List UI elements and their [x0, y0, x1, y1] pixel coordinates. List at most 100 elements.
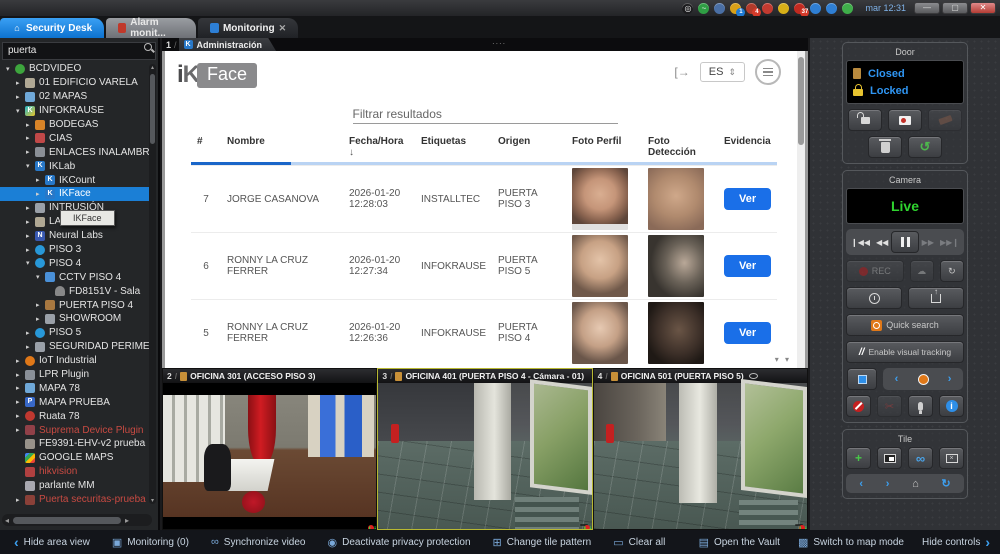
back-button[interactable]: ‹	[859, 478, 863, 490]
search-icon[interactable]	[144, 43, 152, 51]
tree-item-mapa-78[interactable]: ▸MAPA 78	[0, 381, 150, 395]
stats-icon[interactable]	[842, 3, 853, 14]
tree-item-suprema-device-plugin[interactable]: ▸Suprema Device Plugin	[0, 423, 150, 437]
tree-item-puerta-securitas-prueba[interactable]: ▸Puerta securitas-prueba	[0, 493, 150, 507]
tree-arrow-icon[interactable]: ▾	[26, 259, 35, 267]
hide-controls-button[interactable]: Hide controls›	[922, 534, 990, 550]
maximize-button[interactable]: ▢	[942, 2, 968, 14]
tab-monitoring[interactable]: Monitoring✕	[198, 18, 298, 38]
tree-arrow-icon[interactable]: ▸	[26, 134, 35, 142]
ver-button[interactable]: Ver	[724, 322, 771, 344]
tree-item-01-edificio-varela[interactable]: ▸01 EDIFICIO VARELA	[0, 76, 150, 90]
tree-arrow-icon[interactable]: ▸	[36, 301, 45, 309]
tree-arrow-icon[interactable]: ▸	[16, 398, 25, 406]
alarm-count-icon[interactable]: 4	[746, 3, 757, 14]
tree-item-ikcount[interactable]: ▸KIKCount	[0, 173, 150, 187]
close-button[interactable]: ✕	[970, 2, 996, 14]
monitor-search-button[interactable]: ∞	[908, 447, 933, 469]
tree-arrow-icon[interactable]: ▸	[16, 496, 25, 504]
tree-arrow-icon[interactable]: ▸	[26, 343, 35, 351]
tree-item-mapa-prueba[interactable]: ▸PMAPA PRUEBA	[0, 395, 150, 409]
tree-item-ruata-78[interactable]: ▸Ruata 78	[0, 409, 150, 423]
hide-area-view-button[interactable]: ‹Hide area view	[14, 534, 90, 550]
genetec-logo-icon[interactable]: ◎	[682, 3, 693, 14]
table-row[interactable]: 7JORGE CASANOVA2026-01-2012:28:03INSTALL…	[191, 166, 777, 233]
quick-search-button[interactable]: Quick search	[846, 314, 964, 336]
monitoring-0-button[interactable]: ▣Monitoring (0)	[112, 536, 189, 549]
tile-header[interactable]: 2/OFICINA 301 (ACCESO PISO 3)	[163, 369, 376, 383]
mute-button[interactable]	[846, 395, 871, 417]
open-the-vault-button[interactable]: ▤Open the Vault	[699, 536, 780, 549]
tree-item-piso-3[interactable]: ▸PISO 3	[0, 243, 150, 257]
ver-button[interactable]: Ver	[724, 255, 771, 277]
tree-arrow-icon[interactable]: ▸	[26, 329, 35, 337]
person-alert-icon[interactable]	[762, 3, 773, 14]
video-tile-4[interactable]: 4/OFICINA 501 (PUERTA PISO 5)Live	[593, 368, 808, 530]
tree-arrow-icon[interactable]: ▸	[36, 315, 45, 323]
tree-arrow-icon[interactable]: ▸	[26, 204, 35, 212]
language-select[interactable]: ES ⇕	[700, 62, 745, 82]
forward-button[interactable]: ›	[886, 478, 890, 490]
tree-arrow-icon[interactable]: ▸	[16, 371, 25, 379]
tree-arrow-icon[interactable]: ▾	[26, 162, 35, 170]
tile-1-header[interactable]: 1 / K Administración ∙∙∙∙	[162, 38, 808, 51]
tree-item-parlante-mm[interactable]: parlante MM	[0, 479, 150, 493]
tree-item-infokrause[interactable]: ▾KINFOKRAUSE	[0, 104, 150, 118]
snip-button[interactable]: ✂	[877, 395, 902, 417]
column-header-etiquetas[interactable]: Etiquetas	[415, 132, 492, 162]
tree-item-piso-5[interactable]: ▸PISO 5	[0, 326, 150, 340]
tree-arrow-icon[interactable]: ▾	[6, 65, 15, 73]
clear-tile-button[interactable]: ×	[939, 447, 964, 469]
call-icon[interactable]: ~	[698, 3, 709, 14]
export-video-button[interactable]	[908, 287, 964, 309]
tree-item-bodegas[interactable]: ▸BODEGAS	[0, 118, 150, 132]
tree-arrow-icon[interactable]: ▸	[26, 232, 35, 240]
tree-item-google-maps[interactable]: GOOGLE MAPS	[0, 451, 150, 465]
deactivate-privacy-protection-button[interactable]: ◉Deactivate privacy protection	[328, 536, 471, 549]
table-row[interactable]: 6RONNY LA CRUZ FERRER2026-01-2012:27:34I…	[191, 233, 777, 300]
tree-arrow-icon[interactable]: ▸	[16, 357, 25, 365]
tree-arrow-icon[interactable]: ▸	[16, 412, 25, 420]
video-tile-2[interactable]: 2/OFICINA 301 (ACCESO PISO 3)Live	[162, 368, 377, 530]
tree-vertical-scrollbar[interactable]: ▴▾	[149, 64, 156, 504]
jump-to-end-button[interactable]: ▶▶❙	[937, 235, 962, 250]
tree-item-fe9391-ehv-v2-prueba[interactable]: FE9391-EHV-v2 prueba	[0, 437, 150, 451]
tree-item-hikvision[interactable]: hikvision	[0, 465, 150, 479]
pause-button[interactable]	[891, 231, 918, 253]
override-schedule-button[interactable]	[888, 109, 922, 131]
tree-arrow-icon[interactable]: ▸	[16, 426, 25, 434]
tab-alarm-monit[interactable]: Alarm monit...	[106, 18, 196, 38]
minimize-button[interactable]: —	[914, 2, 940, 14]
record-button[interactable]: REC	[846, 260, 904, 282]
page-scrollbar[interactable]	[797, 51, 805, 368]
tree-item-bcdvideo[interactable]: ▾BCDVIDEO	[0, 62, 150, 76]
go-to-time-button[interactable]	[846, 287, 902, 309]
column-header-fecha-hora[interactable]: Fecha/Hora↓	[343, 132, 415, 162]
tile-header[interactable]: 3/OFICINA 401 (PUERTA PISO 4 - Cámara - …	[378, 369, 591, 383]
table-row[interactable]: 5RONNY LA CRUZ FERRER2026-01-2012:26:36I…	[191, 300, 777, 367]
tree-item-lpr-plugin[interactable]: ▸LPR Plugin	[0, 368, 150, 382]
tree-arrow-icon[interactable]: ▸	[26, 246, 35, 254]
tree-item-cias[interactable]: ▸CIAS	[0, 131, 150, 145]
tree-item-puerta-piso-4[interactable]: ▸PUERTA PISO 4	[0, 298, 150, 312]
ver-button[interactable]: Ver	[724, 188, 771, 210]
video-tile-3[interactable]: 3/OFICINA 401 (PUERTA PISO 4 - Cámara - …	[377, 368, 592, 530]
synchronize-video-button[interactable]: ∞Synchronize video	[211, 536, 306, 548]
loop-playback-button[interactable]: ↻	[940, 260, 964, 282]
threat-count-icon[interactable]: 37	[794, 3, 805, 14]
rewind-button[interactable]: ◀◀	[873, 235, 891, 250]
fast-forward-button[interactable]: ▶▶	[919, 235, 937, 250]
grip-handle[interactable]: ∙∙∙∙	[492, 38, 506, 48]
close-icon[interactable]: ✕	[279, 23, 287, 34]
menu-button[interactable]	[755, 59, 781, 85]
network-icon[interactable]	[826, 3, 837, 14]
logout-icon[interactable]: [→	[674, 65, 689, 79]
tree-arrow-icon[interactable]: ▸	[36, 176, 45, 184]
shunt-reader-button[interactable]	[928, 109, 962, 131]
tree-arrow-icon[interactable]: ▸	[36, 190, 45, 198]
tree-arrow-icon[interactable]: ▾	[36, 273, 45, 281]
clear-all-button[interactable]: ▭Clear all	[613, 536, 665, 549]
home-button[interactable]: ⌂	[912, 478, 919, 490]
tree-item-enlaces-inalambricos[interactable]: ▸ENLACES INALAMBRICOS	[0, 145, 150, 159]
tree-item-iklab[interactable]: ▾KIKLab	[0, 159, 150, 173]
